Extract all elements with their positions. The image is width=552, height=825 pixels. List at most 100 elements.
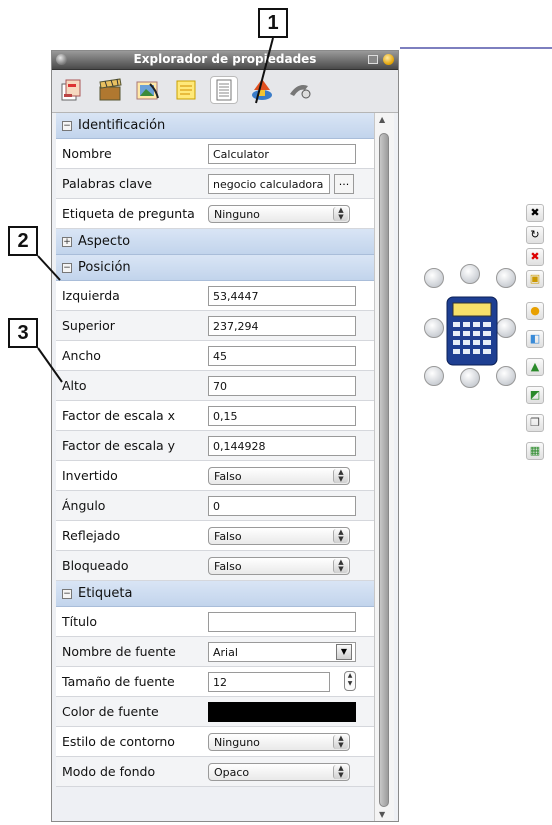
row-nombre: Nombre Calculator xyxy=(56,139,374,169)
izquierda-field[interactable]: 53,4447 xyxy=(208,286,356,306)
tamano-fuente-field[interactable]: 12 xyxy=(208,672,330,692)
resize-handle[interactable] xyxy=(424,268,444,288)
section-etiqueta[interactable]: − Etiqueta xyxy=(56,581,374,607)
row-invertido: Invertido Falso ▲ ▼ xyxy=(56,461,374,491)
color-icon[interactable]: ● xyxy=(526,302,544,320)
select-arrows-icon: ▲ ▼ xyxy=(333,529,348,543)
titulo-field[interactable] xyxy=(208,612,356,632)
scroll-thumb[interactable] xyxy=(379,133,389,807)
superior-field[interactable]: 237,294 xyxy=(208,316,356,336)
callout-1: 1 xyxy=(258,8,288,38)
property-label: Tamaño de fuente xyxy=(62,674,175,689)
property-label: Invertido xyxy=(62,468,118,483)
ancho-field[interactable]: 45 xyxy=(208,346,356,366)
select-value: Falso xyxy=(214,560,242,573)
row-tamano-fuente: Tamaño de fuente 12 ▲ ▼ xyxy=(56,667,374,697)
tools-icon[interactable] xyxy=(286,76,314,104)
property-label: Etiqueta de pregunta xyxy=(62,206,195,221)
more-button[interactable]: ... xyxy=(334,174,354,194)
page-styles-icon[interactable] xyxy=(58,76,86,104)
row-angulo: Ángulo 0 xyxy=(56,491,374,521)
vertical-scrollbar[interactable]: ▲ ▼ xyxy=(374,113,394,821)
collapse-icon[interactable]: − xyxy=(62,589,72,599)
nombre-field[interactable]: Calculator xyxy=(208,144,356,164)
reflejado-select[interactable]: Falso ▲ ▼ xyxy=(208,527,350,545)
select-value: Falso xyxy=(214,470,242,483)
maximize-dot-icon[interactable] xyxy=(383,54,394,65)
window-title: Explorador de propiedades xyxy=(133,52,317,66)
row-color-fuente: Color de fuente xyxy=(56,697,374,727)
factor-escala-y-field[interactable]: 0,144928 xyxy=(208,436,356,456)
row-factor-escala-y: Factor de escala y 0,144928 xyxy=(56,431,374,461)
notes-icon[interactable] xyxy=(172,76,200,104)
calculator-icon xyxy=(446,296,498,366)
invertido-select[interactable]: Falso ▲ ▼ xyxy=(208,467,350,485)
angulo-field[interactable]: 0 xyxy=(208,496,356,516)
expand-icon[interactable]: + xyxy=(62,237,72,247)
section-label: Aspecto xyxy=(78,234,131,249)
property-label: Reflejado xyxy=(62,528,121,543)
properties-icon[interactable] xyxy=(210,76,238,104)
resize-handle[interactable] xyxy=(424,366,444,386)
palabras-clave-field[interactable]: negocio calculadora xyxy=(208,174,330,194)
alto-field[interactable]: 70 xyxy=(208,376,356,396)
property-label: Modo de fondo xyxy=(62,764,156,779)
shapes-icon[interactable] xyxy=(248,76,276,104)
row-estilo-contorno: Estilo de contorno Ninguno ▲ ▼ xyxy=(56,727,374,757)
properties-list[interactable]: − Identificación Nombre Calculator Palab… xyxy=(56,113,374,821)
resize-handle[interactable] xyxy=(460,368,480,388)
property-label: Bloqueado xyxy=(62,558,129,573)
copy-icon[interactable]: ❐ xyxy=(526,414,544,432)
redo-icon[interactable]: ↻ xyxy=(526,226,544,244)
title-bar: Explorador de propiedades xyxy=(52,51,398,70)
resize-icon[interactable]: ◩ xyxy=(526,386,544,404)
modo-fondo-select[interactable]: Opaco ▲ ▼ xyxy=(208,763,350,781)
lock-icon[interactable]: ▣ xyxy=(526,270,544,288)
factor-escala-x-field[interactable]: 0,15 xyxy=(208,406,356,426)
pin-icon[interactable] xyxy=(368,55,378,64)
resize-handle[interactable] xyxy=(496,268,516,288)
row-etiqueta-pregunta: Etiqueta de pregunta Ninguno ▲ ▼ xyxy=(56,199,374,229)
select-value: Ninguno xyxy=(214,208,260,221)
property-label: Título xyxy=(62,614,98,629)
section-identificacion[interactable]: − Identificación xyxy=(56,113,374,139)
delete-icon[interactable]: ✖ xyxy=(526,248,544,266)
row-titulo: Título xyxy=(56,607,374,637)
section-label: Etiqueta xyxy=(78,586,133,601)
color-swatch[interactable] xyxy=(208,702,356,722)
collapse-icon[interactable]: − xyxy=(62,263,72,273)
close-x-icon[interactable]: ✖ xyxy=(526,204,544,222)
section-aspecto[interactable]: + Aspecto xyxy=(56,229,374,255)
scroll-down-icon[interactable]: ▼ xyxy=(379,810,385,819)
resize-handle[interactable] xyxy=(460,264,480,284)
duplicate-icon[interactable]: ▦ xyxy=(526,442,544,460)
image-icon[interactable]: ▲ xyxy=(526,358,544,376)
property-explorer-panel: Explorador de propiedades − Identificaci xyxy=(51,50,399,822)
resize-handle[interactable] xyxy=(496,366,516,386)
select-arrows-icon: ▲ ▼ xyxy=(333,469,348,483)
clapperboard-icon[interactable] xyxy=(96,76,124,104)
image-gallery-icon[interactable] xyxy=(134,76,162,104)
scroll-up-icon[interactable]: ▲ xyxy=(379,115,385,124)
layer-icon[interactable]: ◧ xyxy=(526,330,544,348)
select-value: Opaco xyxy=(214,766,250,779)
dropdown-arrow-icon[interactable]: ▼ xyxy=(336,644,352,660)
property-label: Ángulo xyxy=(62,498,106,513)
resize-handle[interactable] xyxy=(496,318,516,338)
selected-object[interactable] xyxy=(424,264,524,394)
collapse-icon[interactable]: − xyxy=(62,121,72,131)
estilo-contorno-select[interactable]: Ninguno ▲ ▼ xyxy=(208,733,350,751)
select-value: Falso xyxy=(214,530,242,543)
row-nombre-fuente: Nombre de fuente Arial ▼ xyxy=(56,637,374,667)
decorative-blue-line xyxy=(400,47,552,49)
row-bloqueado: Bloqueado Falso ▲ ▼ xyxy=(56,551,374,581)
nombre-fuente-field[interactable]: Arial xyxy=(208,642,356,662)
section-posicion[interactable]: − Posición xyxy=(56,255,374,281)
bloqueado-select[interactable]: Falso ▲ ▼ xyxy=(208,557,350,575)
property-label: Nombre xyxy=(62,146,112,161)
section-label: Identificación xyxy=(78,118,166,133)
property-label: Izquierda xyxy=(62,288,120,303)
etiqueta-pregunta-select[interactable]: Ninguno ▲ ▼ xyxy=(208,205,350,223)
stepper-icon[interactable]: ▲ ▼ xyxy=(344,671,356,691)
resize-handle[interactable] xyxy=(424,318,444,338)
